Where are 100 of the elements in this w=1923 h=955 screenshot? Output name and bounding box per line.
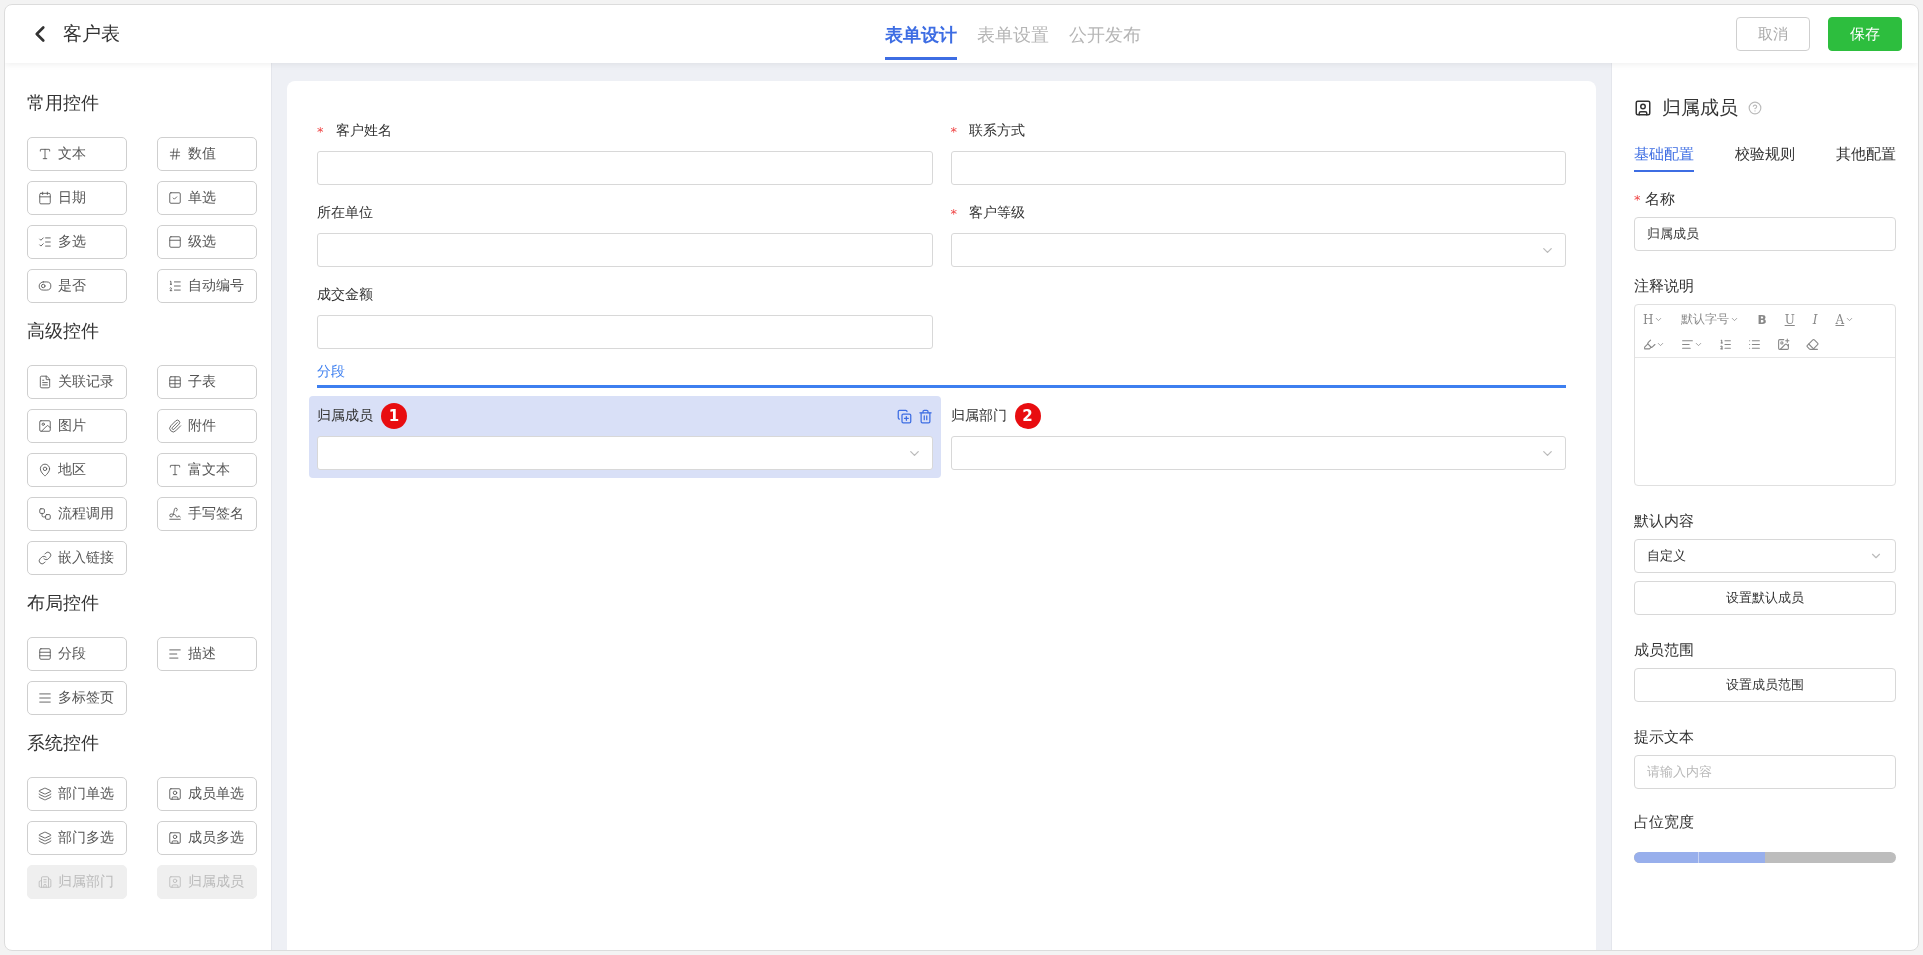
caret-icon bbox=[1845, 315, 1855, 324]
page-title: 客户表 bbox=[63, 21, 120, 46]
toggle-icon bbox=[38, 279, 52, 293]
control-item[interactable]: 成员多选 bbox=[157, 821, 257, 855]
group-title: 布局控件 bbox=[27, 591, 100, 615]
numbered-list-icon bbox=[168, 279, 182, 293]
input-field[interactable] bbox=[317, 315, 933, 349]
text-icon bbox=[168, 463, 182, 477]
control-item[interactable]: 多标签页 bbox=[27, 681, 127, 715]
number-icon bbox=[168, 147, 182, 161]
checkbox-icon bbox=[168, 191, 182, 205]
field-label: 名称 bbox=[1644, 190, 1675, 208]
name-field[interactable]: 归属成员 bbox=[1634, 217, 1896, 251]
control-item[interactable]: 手写签名 bbox=[157, 497, 257, 531]
calendar-icon bbox=[38, 191, 52, 205]
caret-icon bbox=[1654, 315, 1664, 324]
flow-icon bbox=[38, 507, 52, 521]
control-item[interactable]: 嵌入链接 bbox=[27, 541, 127, 575]
required-mark: * bbox=[317, 123, 324, 139]
field-label: 客户姓名 bbox=[335, 122, 392, 140]
user-icon bbox=[168, 787, 182, 801]
set-default-button[interactable]: 设置默认成员 bbox=[1634, 581, 1896, 615]
layers-icon bbox=[38, 831, 52, 845]
link-icon bbox=[38, 551, 52, 565]
width-slider[interactable] bbox=[1634, 852, 1896, 863]
control-item[interactable]: 数值 bbox=[157, 137, 257, 171]
help-icon[interactable] bbox=[1748, 101, 1762, 115]
panel-tab[interactable]: 基础配置 bbox=[1634, 145, 1694, 172]
input-field[interactable] bbox=[317, 151, 933, 185]
field-label: 提示文本 bbox=[1634, 728, 1695, 747]
panel-tab[interactable]: 其他配置 bbox=[1836, 145, 1896, 172]
toolbar-button[interactable]: A bbox=[1835, 309, 1855, 330]
control-item[interactable]: 图片 bbox=[27, 409, 127, 443]
lines-icon bbox=[38, 691, 52, 705]
control-item[interactable]: 自动编号 bbox=[157, 269, 257, 303]
control-item[interactable]: 成员单选 bbox=[157, 777, 257, 811]
control-item[interactable]: 流程调用 bbox=[27, 497, 127, 531]
select-field[interactable] bbox=[317, 436, 933, 470]
caret-icon bbox=[1730, 315, 1740, 324]
field-label: 所在单位 bbox=[317, 204, 373, 222]
control-item[interactable]: 关联记录 bbox=[27, 365, 127, 399]
field-label: 占位宽度 bbox=[1634, 813, 1695, 832]
rows-icon bbox=[38, 647, 52, 661]
toolbar-button[interactable]: H bbox=[1643, 309, 1664, 330]
toolbar-button[interactable]: I bbox=[1812, 309, 1818, 330]
duplicate-icon[interactable] bbox=[896, 408, 912, 424]
input-field[interactable] bbox=[317, 233, 933, 267]
input-field[interactable] bbox=[950, 151, 1566, 185]
required-mark: * bbox=[950, 123, 957, 139]
control-item[interactable]: 地区 bbox=[27, 453, 127, 487]
control-item[interactable]: 描述 bbox=[157, 637, 257, 671]
section-title: 分段 bbox=[317, 363, 345, 379]
control-item[interactable]: 附件 bbox=[157, 409, 257, 443]
field-label: 默认内容 bbox=[1634, 512, 1695, 531]
control-item[interactable]: 级选 bbox=[157, 225, 257, 259]
table-icon bbox=[168, 375, 182, 389]
number-badge: 1 bbox=[381, 403, 407, 429]
field-label: 成员范围 bbox=[1634, 641, 1695, 660]
select-field[interactable] bbox=[950, 436, 1566, 470]
group-title: 常用控件 bbox=[27, 91, 100, 115]
building-icon bbox=[38, 875, 52, 889]
toolbar-button[interactable]: B bbox=[1757, 309, 1767, 330]
pin-icon bbox=[38, 463, 52, 477]
image-icon[interactable] bbox=[1777, 336, 1790, 353]
text-icon bbox=[38, 147, 52, 161]
control-item[interactable]: 单选 bbox=[157, 181, 257, 215]
layers-icon bbox=[38, 787, 52, 801]
control-item[interactable]: 富文本 bbox=[157, 453, 257, 487]
toolbar-button[interactable]: U bbox=[1784, 309, 1795, 330]
panel-tab[interactable]: 校验规则 bbox=[1735, 145, 1795, 172]
user-icon bbox=[168, 831, 182, 845]
eraser-icon[interactable] bbox=[1806, 336, 1819, 353]
group-title: 高级控件 bbox=[27, 319, 100, 343]
field-label: 注释说明 bbox=[1634, 277, 1695, 296]
control-item[interactable]: 分段 bbox=[27, 637, 127, 671]
select-field[interactable] bbox=[950, 233, 1566, 267]
group-title: 系统控件 bbox=[27, 731, 100, 755]
checklist-icon bbox=[38, 235, 52, 249]
toolbar-button[interactable]: 默认字号 bbox=[1681, 309, 1740, 330]
control-item[interactable]: 是否 bbox=[27, 269, 127, 303]
document-icon bbox=[38, 375, 52, 389]
control-item[interactable]: 部门单选 bbox=[27, 777, 127, 811]
lines-icon bbox=[168, 647, 182, 661]
control-item[interactable]: 部门多选 bbox=[27, 821, 127, 855]
control-item[interactable]: 文本 bbox=[27, 137, 127, 171]
control-item[interactable]: 多选 bbox=[27, 225, 127, 259]
panel-title: 归属成员 bbox=[1662, 95, 1738, 120]
control-item[interactable]: 日期 bbox=[27, 181, 127, 215]
delete-icon[interactable] bbox=[917, 408, 933, 424]
selected-field-card[interactable]: 归属成员 1 bbox=[309, 396, 941, 478]
header-tab[interactable]: 表单设计 bbox=[885, 8, 957, 60]
control-item[interactable]: 子表 bbox=[157, 365, 257, 399]
set-range-button[interactable]: 设置成员范围 bbox=[1634, 668, 1896, 702]
number-badge: 2 bbox=[1014, 403, 1041, 429]
signature-icon bbox=[168, 507, 182, 521]
user-icon bbox=[168, 875, 182, 889]
select-field[interactable]: 自定义 bbox=[1634, 539, 1896, 573]
required-mark: * bbox=[1634, 192, 1641, 207]
field-label: 联系方式 bbox=[969, 122, 1025, 140]
rich-text-editor[interactable]: H 默认字号 B U I A bbox=[1634, 304, 1896, 486]
